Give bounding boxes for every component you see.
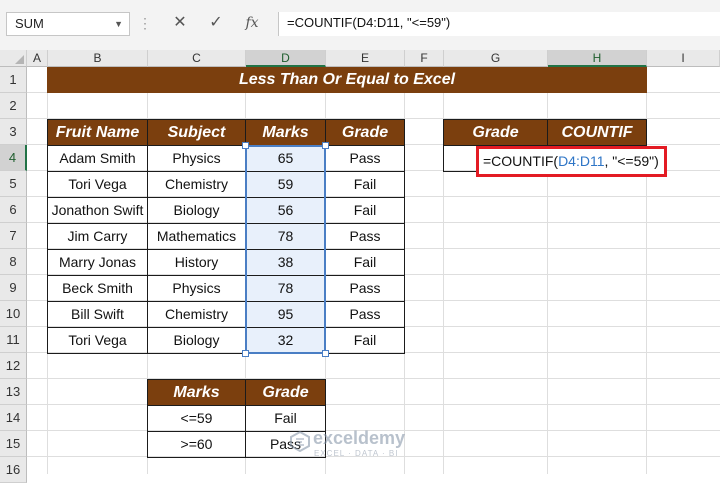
name-box-value: SUM bbox=[15, 16, 44, 31]
table-cell[interactable]: Pass bbox=[325, 145, 405, 172]
table-cell[interactable]: 95 bbox=[245, 301, 326, 328]
gridline bbox=[27, 404, 720, 405]
column-header[interactable]: B bbox=[48, 50, 148, 67]
table-header[interactable]: Marks bbox=[147, 379, 246, 406]
table-header[interactable]: Grade bbox=[443, 119, 548, 146]
table-cell[interactable]: Chemistry bbox=[147, 301, 246, 328]
column-header[interactable]: G bbox=[444, 50, 548, 67]
table-cell[interactable]: Beck Smith bbox=[47, 275, 148, 302]
table-cell[interactable]: Chemistry bbox=[147, 171, 246, 198]
table-header[interactable]: Grade bbox=[245, 379, 326, 406]
table-cell[interactable]: Fail bbox=[325, 197, 405, 224]
table-cell[interactable]: Fail bbox=[325, 249, 405, 276]
row-header[interactable]: 7 bbox=[0, 223, 27, 249]
table-cell[interactable]: Jim Carry bbox=[47, 223, 148, 250]
insert-function-icon[interactable]: fx bbox=[240, 12, 264, 36]
chevron-down-icon[interactable]: ▼ bbox=[114, 13, 123, 35]
table-cell[interactable]: 78 bbox=[245, 223, 326, 250]
table-header[interactable]: Fruit Name bbox=[47, 119, 148, 146]
table-cell[interactable]: Biology bbox=[147, 327, 246, 354]
selection-handle[interactable] bbox=[242, 142, 249, 149]
column-header[interactable]: F bbox=[405, 50, 444, 67]
row-header[interactable]: 6 bbox=[0, 197, 27, 223]
table-cell[interactable]: 59 bbox=[245, 171, 326, 198]
formula-bar: SUM ▼ ⋮ ✕ ✓ fx =COUNTIF(D4:D11, "<=59") bbox=[0, 0, 720, 50]
table-cell[interactable]: Physics bbox=[147, 275, 246, 302]
table-cell[interactable]: 65 bbox=[245, 145, 326, 172]
row-header[interactable]: 10 bbox=[0, 301, 27, 327]
table-cell[interactable]: 38 bbox=[245, 249, 326, 276]
row-header[interactable]: 13 bbox=[0, 379, 27, 405]
formula-text: =COUNTIF( bbox=[483, 153, 559, 169]
table-cell[interactable]: <=59 bbox=[147, 405, 246, 432]
watermark: exceldemy EXCEL · DATA · BI bbox=[287, 428, 437, 458]
table-cell[interactable]: 56 bbox=[245, 197, 326, 224]
selection-handle[interactable] bbox=[322, 142, 329, 149]
cancel-icon[interactable]: ✕ bbox=[168, 12, 192, 36]
table-cell[interactable]: Adam Smith bbox=[47, 145, 148, 172]
row-header[interactable]: 5 bbox=[0, 171, 27, 197]
row-header[interactable]: 1 bbox=[0, 67, 27, 93]
row-header[interactable]: 15 bbox=[0, 431, 27, 457]
column-header[interactable]: C bbox=[148, 50, 246, 67]
name-box[interactable]: SUM ▼ bbox=[6, 12, 130, 36]
column-header[interactable]: A bbox=[27, 50, 48, 67]
table-cell[interactable]: Jonathon Swift bbox=[47, 197, 148, 224]
table-cell[interactable]: History bbox=[147, 249, 246, 276]
table-cell[interactable]: >=60 bbox=[147, 431, 246, 458]
more-icon: ⋮ bbox=[138, 15, 152, 31]
watermark-name: exceldemy bbox=[313, 428, 406, 448]
table-cell[interactable]: Tori Vega bbox=[47, 171, 148, 198]
table-cell[interactable]: Fail bbox=[325, 327, 405, 354]
column-header[interactable]: E bbox=[326, 50, 405, 67]
column-header[interactable]: H bbox=[548, 50, 647, 67]
table-cell[interactable]: Tori Vega bbox=[47, 327, 148, 354]
row-header[interactable]: 8 bbox=[0, 249, 27, 275]
table-cell[interactable]: Fail bbox=[325, 171, 405, 198]
range-reference: D4:D11 bbox=[558, 153, 605, 169]
table-header[interactable]: COUNTIF bbox=[547, 119, 647, 146]
row-header[interactable]: 16 bbox=[0, 457, 27, 483]
select-all-button[interactable] bbox=[0, 50, 27, 67]
table-cell[interactable]: 78 bbox=[245, 275, 326, 302]
table-cell[interactable]: Marry Jonas bbox=[47, 249, 148, 276]
table-header[interactable]: Subject bbox=[147, 119, 246, 146]
row-header[interactable]: 14 bbox=[0, 405, 27, 431]
exceldemy-logo-icon bbox=[290, 430, 310, 452]
formula-input[interactable]: =COUNTIF(D4:D11, "<=59") bbox=[278, 12, 720, 36]
formula-edit-cell[interactable]: =COUNTIF(D4:D11, "<=59") bbox=[476, 146, 667, 177]
selection-handle[interactable] bbox=[322, 350, 329, 357]
table-cell[interactable]: Bill Swift bbox=[47, 301, 148, 328]
column-header[interactable]: I bbox=[647, 50, 720, 67]
table-cell[interactable]: Pass bbox=[325, 223, 405, 250]
selection-handle[interactable] bbox=[242, 350, 249, 357]
gridline bbox=[27, 378, 720, 379]
column-header[interactable]: D bbox=[246, 50, 326, 67]
formula-text: , "<=59") bbox=[604, 153, 659, 169]
column-headers: A B C D E F G H I bbox=[0, 50, 720, 67]
table-header[interactable]: Grade bbox=[325, 119, 405, 146]
table-cell[interactable]: Biology bbox=[147, 197, 246, 224]
enter-icon[interactable]: ✓ bbox=[204, 12, 228, 36]
row-header[interactable]: 4 bbox=[0, 145, 27, 171]
table-header[interactable]: Marks bbox=[245, 119, 326, 146]
table-cell[interactable]: Pass bbox=[325, 301, 405, 328]
row-header[interactable]: 12 bbox=[0, 353, 27, 379]
row-header[interactable]: 2 bbox=[0, 93, 27, 119]
table-cell[interactable]: Pass bbox=[325, 275, 405, 302]
row-header[interactable]: 3 bbox=[0, 119, 27, 145]
table-cell[interactable]: 32 bbox=[245, 327, 326, 354]
table-cell[interactable]: Mathematics bbox=[147, 223, 246, 250]
row-header[interactable]: 11 bbox=[0, 327, 27, 353]
table-cell[interactable]: Physics bbox=[147, 145, 246, 172]
sheet-title[interactable]: Less Than Or Equal to Excel bbox=[47, 67, 647, 93]
row-header[interactable]: 9 bbox=[0, 275, 27, 301]
watermark-tagline: EXCEL · DATA · BI bbox=[314, 449, 399, 458]
